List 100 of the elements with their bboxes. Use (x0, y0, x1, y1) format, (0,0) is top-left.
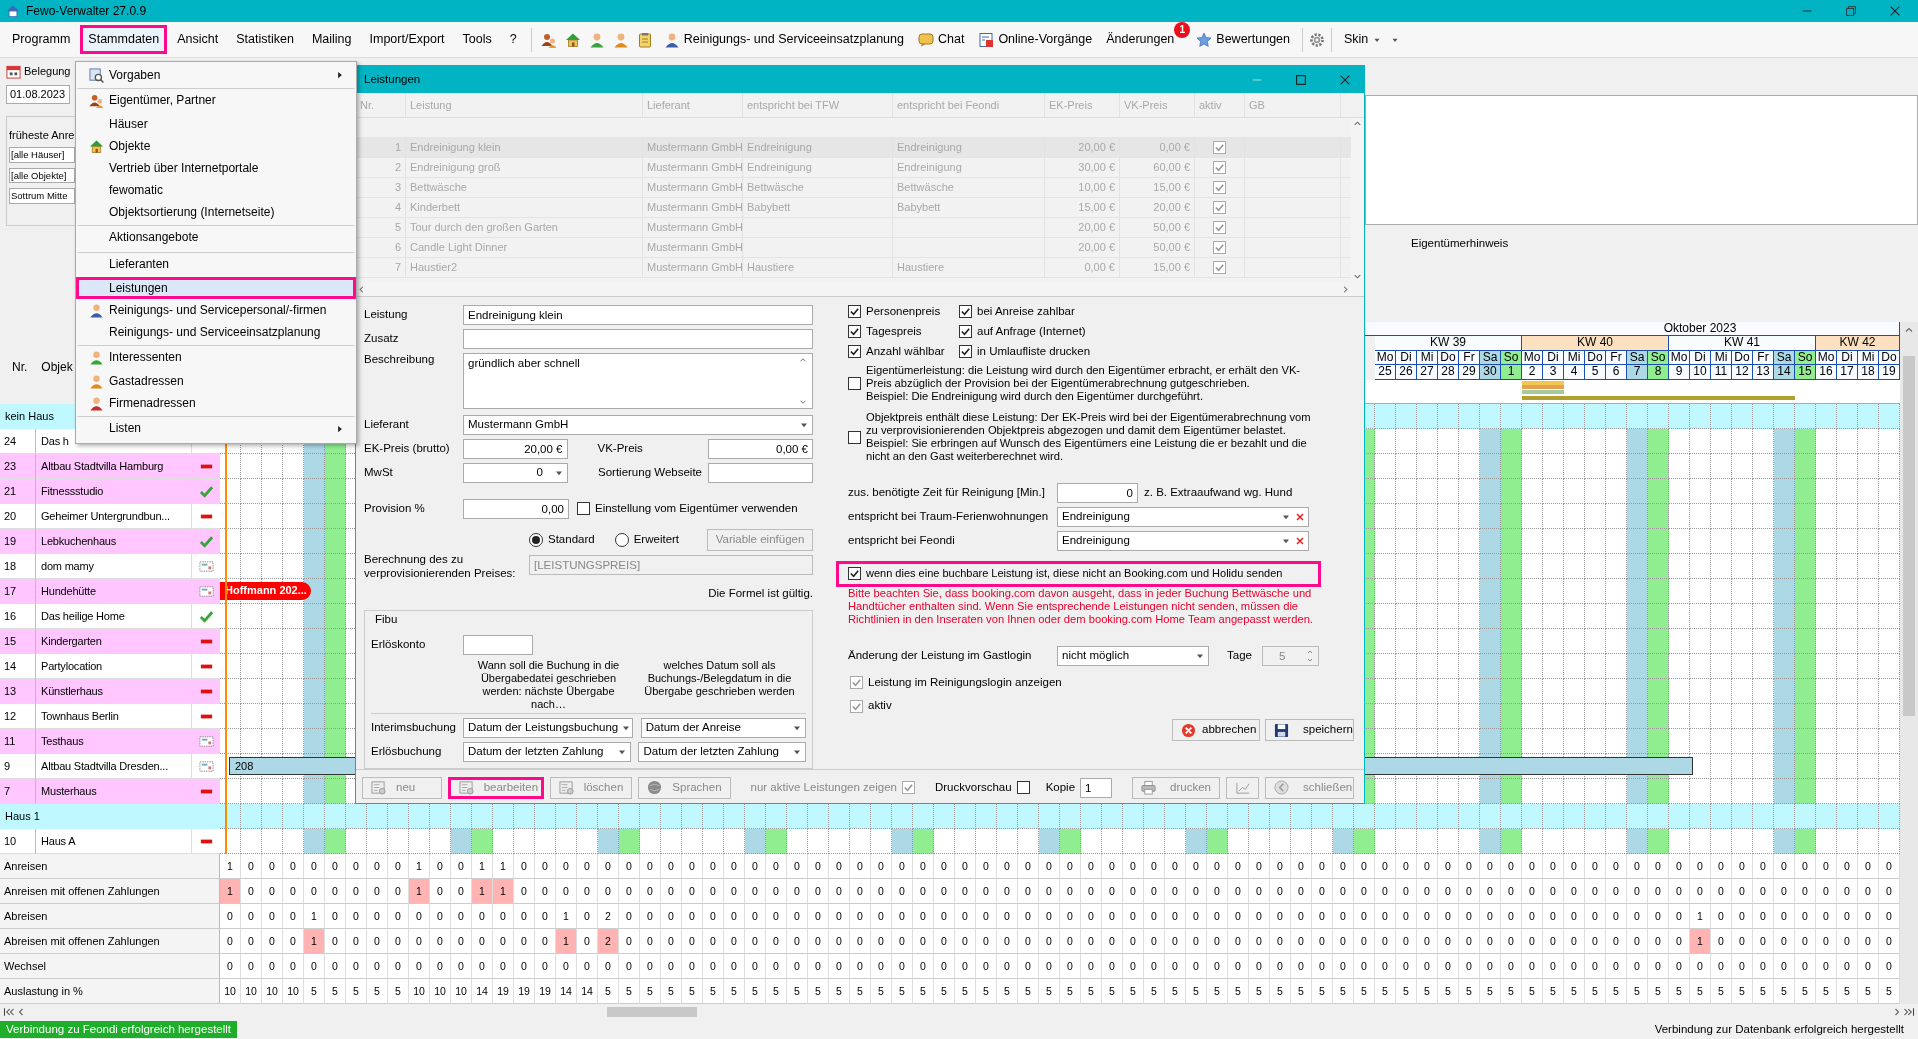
menu-item[interactable]: Objekte (76, 135, 356, 157)
label: entspricht bei Traum-Ferienwohnungen (848, 510, 1050, 525)
input-field[interactable]: 0 (1057, 483, 1138, 504)
cancel-button[interactable]: abbrechen (1172, 719, 1260, 742)
notification-badge: 1 (1174, 22, 1191, 38)
week-header: KW 41 (1669, 336, 1816, 351)
stat-cell: 1 (1690, 929, 1711, 954)
table-cell: Babybett (893, 198, 1045, 217)
row-label: Abreisen (0, 904, 220, 929)
date-header: 13 (1753, 365, 1774, 380)
menu-item[interactable]: Reinigungs- und Servicepersonal/-firmen (76, 299, 356, 321)
date-header: 17 (1837, 365, 1858, 380)
toolbar-button[interactable]: Bewertungen (1190, 27, 1296, 52)
text-area[interactable]: gründlich aber schnell (463, 353, 813, 409)
menu-item[interactable]: Vorgaben (76, 64, 356, 86)
date-header: 3 (1543, 365, 1564, 380)
input-field[interactable]: 1 (1080, 777, 1113, 798)
dropdown[interactable]: nicht möglich (1057, 645, 1209, 666)
row-label: Auslastung in % (0, 979, 220, 1004)
row-label: Anreisen (0, 854, 220, 879)
label: Beschreibung (364, 353, 436, 367)
dropdown[interactable]: 0 (463, 463, 568, 483)
menu-item[interactable]: Leistungen (76, 277, 356, 299)
table-cell: 20,00 € (1045, 238, 1120, 257)
warning-text: Bitte beachten Sie, dass booking.com davon ausgeht, dass in jeder Buchung Bettwäsche und Handtücher enthalten sind. Wenn Sie entsprechende Leistungen nicht senden, müssen die Richtlinien in den Inseraten von Ihnen oder dem booking.com Home Team angepasst werden. (848, 586, 1314, 626)
dialog-title: Leistungen (364, 72, 422, 87)
label: Lieferant (364, 418, 410, 432)
menu-item[interactable]: Häuser (76, 113, 356, 135)
table-cell: Fitnessstudio (36, 479, 192, 504)
save-button[interactable]: speichern (1265, 719, 1354, 742)
table-cell: Mustermann GmbH (643, 238, 743, 257)
table-cell: Kinderbett (406, 198, 643, 217)
menu-item[interactable]: Programm (4, 25, 79, 54)
toolbar-button[interactable]: Online-Vorgänge (972, 27, 1099, 52)
menu-item[interactable]: Objektsortierung (Internetseite) (76, 201, 356, 223)
label: Leistung im Reinigungslogin anzeigen (868, 675, 1062, 690)
menu-item[interactable]: Import/Export (361, 25, 453, 54)
stat-cell: 1 (472, 879, 493, 904)
date-header: 29 (1459, 365, 1480, 380)
dropdown[interactable]: Datum der Anreise (640, 718, 806, 739)
input-field[interactable]: 0,00 € (707, 439, 813, 459)
filter-dropdown[interactable]: [alle Häuser] (9, 147, 75, 163)
column-header: VK-Preis (1120, 93, 1195, 117)
table-cell: Bettwäsche (406, 178, 643, 197)
table-cell: Endreinigung groß (406, 158, 643, 177)
menu-item[interactable]: Aktionsangebote (76, 225, 356, 250)
table-cell: 0,00 € (1045, 258, 1120, 277)
dropdown[interactable]: Endreinigung (1057, 507, 1309, 528)
menu-item[interactable]: Mailing (303, 25, 360, 54)
menu-item[interactable]: Listen (76, 416, 356, 441)
menu-item[interactable]: Stammdaten (80, 25, 168, 54)
table-cell: 7 (0, 779, 36, 804)
input-field[interactable]: 20,00 € (463, 439, 568, 459)
date-header: 12 (1732, 365, 1753, 380)
stat-cell: 1 (220, 879, 241, 904)
dropdown[interactable]: Datum der letzten Zahlung (463, 742, 631, 763)
table-cell: 11 (0, 729, 36, 754)
window-title: Fewo-Verwalter 27.0.9 (26, 3, 148, 19)
date-header: 26 (1396, 365, 1417, 380)
date-field[interactable]: 01.08.2023 (6, 85, 70, 105)
menu-item[interactable]: Interessenten (76, 345, 356, 370)
menu-item[interactable]: Gastadressen (76, 370, 356, 392)
menu-item[interactable]: Statistiken (228, 25, 302, 54)
menu-item[interactable]: Vertrieb über Internetportale (76, 157, 356, 179)
stat-cell: 1 (556, 929, 577, 954)
input-field[interactable]: Endreinigung klein (463, 305, 813, 325)
dropdown[interactable]: Datum der Leistungsbuchung (463, 718, 633, 739)
date-header: 28 (1438, 365, 1459, 380)
label: Die Formel ist gültig. (708, 586, 813, 599)
menu-item[interactable]: ? (501, 25, 525, 54)
skin-menu[interactable]: Skin (1338, 28, 1389, 51)
label: Erlöskonto (371, 638, 427, 653)
menu-item[interactable]: Eigentümer, Partner (76, 88, 356, 113)
label: Tage (1227, 648, 1252, 663)
table-cell: 4 (356, 198, 406, 217)
label: Druckvorschau (934, 780, 1012, 795)
toolbar-button[interactable]: Reinigungs- und Serviceeinsatzplanung (657, 27, 910, 52)
filter-dropdown[interactable]: Sottrum Mitte (9, 188, 75, 204)
filter-dropdown[interactable]: [alle Objekte] (9, 167, 75, 184)
input-field[interactable]: 0,00 (463, 499, 569, 519)
label: Erweitert (633, 533, 680, 547)
menu-item[interactable]: Reinigungs- und Serviceeinsatzplanung (76, 321, 356, 343)
date-header: 2 (1522, 365, 1543, 380)
label: Anzahl wählbar (866, 344, 945, 359)
dropdown[interactable]: Datum der letzten Zahlung (638, 742, 806, 763)
menu-item[interactable]: Ansicht (169, 25, 227, 54)
dropdown[interactable]: Endreinigung (1057, 531, 1309, 552)
tab[interactable]: Belegung (6, 62, 74, 81)
date-header: 16 (1816, 365, 1837, 380)
label: zus. benötigte Zeit für Reinigung [Min.] (848, 486, 1046, 501)
toolbar-button[interactable]: Chat (911, 27, 971, 52)
column-header: Objek (41, 359, 73, 374)
table-cell: 15 (0, 629, 36, 654)
menu-item[interactable]: fewomatic (76, 179, 356, 201)
table-cell: Haustiere (743, 258, 893, 277)
table-cell: Endreinigung (893, 138, 1045, 157)
date-header: 6 (1606, 365, 1627, 380)
menu-item[interactable]: Tools (454, 25, 500, 54)
dropdown[interactable]: Mustermann GmbH (463, 415, 813, 435)
label: Provision % (364, 502, 426, 516)
